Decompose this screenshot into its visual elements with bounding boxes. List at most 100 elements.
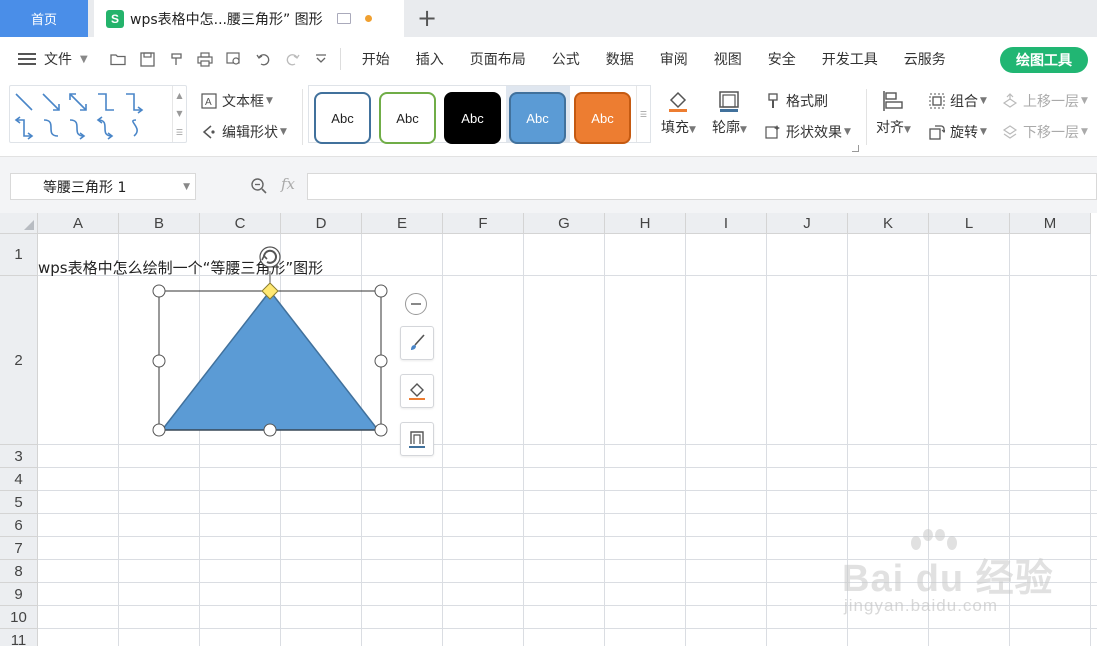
brush-icon — [411, 334, 425, 350]
rotate-button[interactable]: 旋转 ▼ — [928, 122, 987, 142]
fill-bucket-icon — [669, 91, 688, 112]
select-all-corner[interactable] — [0, 213, 38, 234]
tab-document[interactable]: S wps表格中怎...腰三角形” 图形 — [94, 0, 404, 37]
bring-forward-button[interactable]: 上移一层 ▼ — [1001, 91, 1088, 111]
menu-separator — [339, 48, 341, 70]
expand-icon[interactable]: ☰ — [176, 128, 183, 137]
menu-tab-1[interactable]: 插入 — [403, 49, 457, 69]
collapse-minus-icon[interactable] — [405, 293, 427, 315]
watermark-brand: Bai du 经验 — [842, 558, 1054, 600]
column-header-k[interactable]: K — [848, 213, 929, 234]
shape-style-gallery[interactable]: Abc Abc Abc Abc Abc ☰ — [308, 85, 651, 144]
format-copy-icon[interactable] — [162, 47, 191, 71]
style-outline-blue[interactable]: Abc — [314, 92, 371, 144]
tab-home[interactable]: 首页 — [0, 0, 88, 37]
resize-handles[interactable] — [152, 284, 388, 437]
row-header-4[interactable]: 4 — [0, 468, 38, 491]
new-tab-plus-icon[interactable]: + — [414, 4, 440, 32]
rotate-icon — [928, 123, 946, 141]
edit-shape-button[interactable]: 编辑形状 ▼ — [200, 122, 287, 142]
name-box[interactable]: 等腰三角形 1 ▼ — [10, 173, 196, 200]
column-header-g[interactable]: G — [524, 213, 605, 234]
style-fill-black[interactable]: Abc — [444, 92, 501, 144]
fill-button[interactable]: 填充▼ — [661, 89, 696, 137]
tab-drawing-tools[interactable]: 绘图工具 — [1000, 47, 1088, 73]
send-backward-button[interactable]: 下移一层 ▼ — [1001, 122, 1088, 142]
row-header-6[interactable]: 6 — [0, 514, 38, 537]
edit-shape-label: 编辑形状 — [222, 125, 278, 141]
row-header-1[interactable]: 1 — [0, 234, 38, 276]
menu-tab-0[interactable]: 开始 — [349, 49, 403, 69]
formula-input[interactable] — [307, 173, 1097, 200]
zoom-icon[interactable] — [250, 177, 268, 195]
ribbon-tabs: 开始 插入 页面布局 公式 数据 审阅 视图 安全 开发工具 云服务 — [349, 49, 959, 69]
gallery-scrollbar[interactable]: ▲ ▼ ☰ — [172, 86, 186, 142]
expand-icon[interactable]: ☰ — [640, 110, 647, 119]
menu-tab-8[interactable]: 开发工具 — [809, 49, 891, 69]
align-button[interactable]: 对齐▼ — [876, 89, 911, 137]
drawing-tools-label: 绘图工具 — [1016, 53, 1072, 69]
shape-effects-button[interactable]: 形状效果 ▼ — [764, 122, 851, 142]
row-header-11[interactable]: 11 — [0, 629, 38, 646]
style-gallery-expand[interactable]: ☰ — [636, 86, 650, 142]
redo-icon[interactable] — [278, 47, 307, 71]
file-menu[interactable]: 文件 ▼ — [18, 49, 88, 69]
monitor-icon[interactable] — [336, 13, 351, 24]
adjust-handle-icon[interactable] — [261, 282, 279, 300]
print-preview-icon[interactable] — [220, 47, 249, 71]
rotate-label: 旋转 — [950, 125, 978, 141]
menu-tab-7[interactable]: 安全 — [755, 49, 809, 69]
column-header-d[interactable]: D — [281, 213, 362, 234]
row-header-2[interactable]: 2 — [0, 276, 38, 445]
menu-tab-6[interactable]: 视图 — [701, 49, 755, 69]
row-header-9[interactable]: 9 — [0, 583, 38, 606]
isosceles-triangle-shape[interactable] — [160, 289, 380, 431]
format-painter-button[interactable]: 格式刷 — [764, 91, 828, 111]
column-header-m[interactable]: M — [1010, 213, 1091, 234]
column-header-c[interactable]: C — [200, 213, 281, 234]
menu-tab-3[interactable]: 公式 — [539, 49, 593, 69]
column-header-a[interactable]: A — [38, 213, 119, 234]
group-button[interactable]: 组合 ▼ — [928, 91, 987, 111]
save-icon[interactable] — [133, 47, 162, 71]
menu-tab-2[interactable]: 页面布局 — [457, 49, 539, 69]
file-menu-label: 文件 — [44, 52, 72, 68]
cell-a1[interactable]: wps表格中怎么绘制一个“等腰三角形”图形 — [38, 257, 323, 278]
customize-chevron-icon[interactable] — [307, 47, 336, 71]
chevron-down-icon[interactable]: ▼ — [183, 182, 190, 192]
print-icon[interactable] — [191, 47, 220, 71]
style-fill-blue[interactable]: Abc — [509, 92, 566, 144]
ribbon-drawing-tools: ▲ ▼ ☰ A 文本框 ▼ 编辑形状 ▼ Abc Abc Abc Abc Abc ☰… — [0, 81, 1097, 157]
menu-bar: 文件 ▼ 开始 插入 页面布局 公式 数据 审阅 视图 安全 开发工具 云服务 绘图工具 — [0, 37, 1097, 81]
float-fill-button[interactable] — [400, 374, 434, 408]
text-box-button[interactable]: A 文本框 ▼ — [200, 91, 273, 111]
menu-tab-9[interactable]: 云服务 — [891, 49, 959, 69]
undo-icon[interactable] — [249, 47, 278, 71]
style-outline-green[interactable]: Abc — [379, 92, 436, 144]
menu-tab-4[interactable]: 数据 — [593, 49, 647, 69]
row-header-10[interactable]: 10 — [0, 606, 38, 629]
column-header-i[interactable]: I — [686, 213, 767, 234]
column-header-j[interactable]: J — [767, 213, 848, 234]
row-header-8[interactable]: 8 — [0, 560, 38, 583]
row-header-3[interactable]: 3 — [0, 445, 38, 468]
column-header-b[interactable]: B — [119, 213, 200, 234]
chevron-up-icon[interactable]: ▲ — [176, 91, 182, 100]
float-style-button[interactable] — [400, 326, 434, 360]
column-header-h[interactable]: H — [605, 213, 686, 234]
connector-shape-gallery[interactable]: ▲ ▼ ☰ — [9, 85, 187, 143]
row-header-5[interactable]: 5 — [0, 491, 38, 514]
fx-icon[interactable]: fx — [281, 175, 295, 193]
float-outline-button[interactable] — [400, 422, 434, 456]
chevron-down-icon[interactable]: ▼ — [176, 109, 182, 118]
open-folder-icon[interactable] — [104, 47, 133, 71]
menu-tab-5[interactable]: 审阅 — [647, 49, 701, 69]
row-header-7[interactable]: 7 — [0, 537, 38, 560]
column-header-l[interactable]: L — [929, 213, 1010, 234]
name-box-value: 等腰三角形 1 — [43, 179, 127, 196]
style-fill-orange[interactable]: Abc — [574, 92, 631, 144]
outline-button[interactable]: 轮廓▼ — [712, 89, 747, 137]
column-header-e[interactable]: E — [362, 213, 443, 234]
dialog-launcher-icon[interactable] — [852, 145, 859, 152]
column-header-f[interactable]: F — [443, 213, 524, 234]
